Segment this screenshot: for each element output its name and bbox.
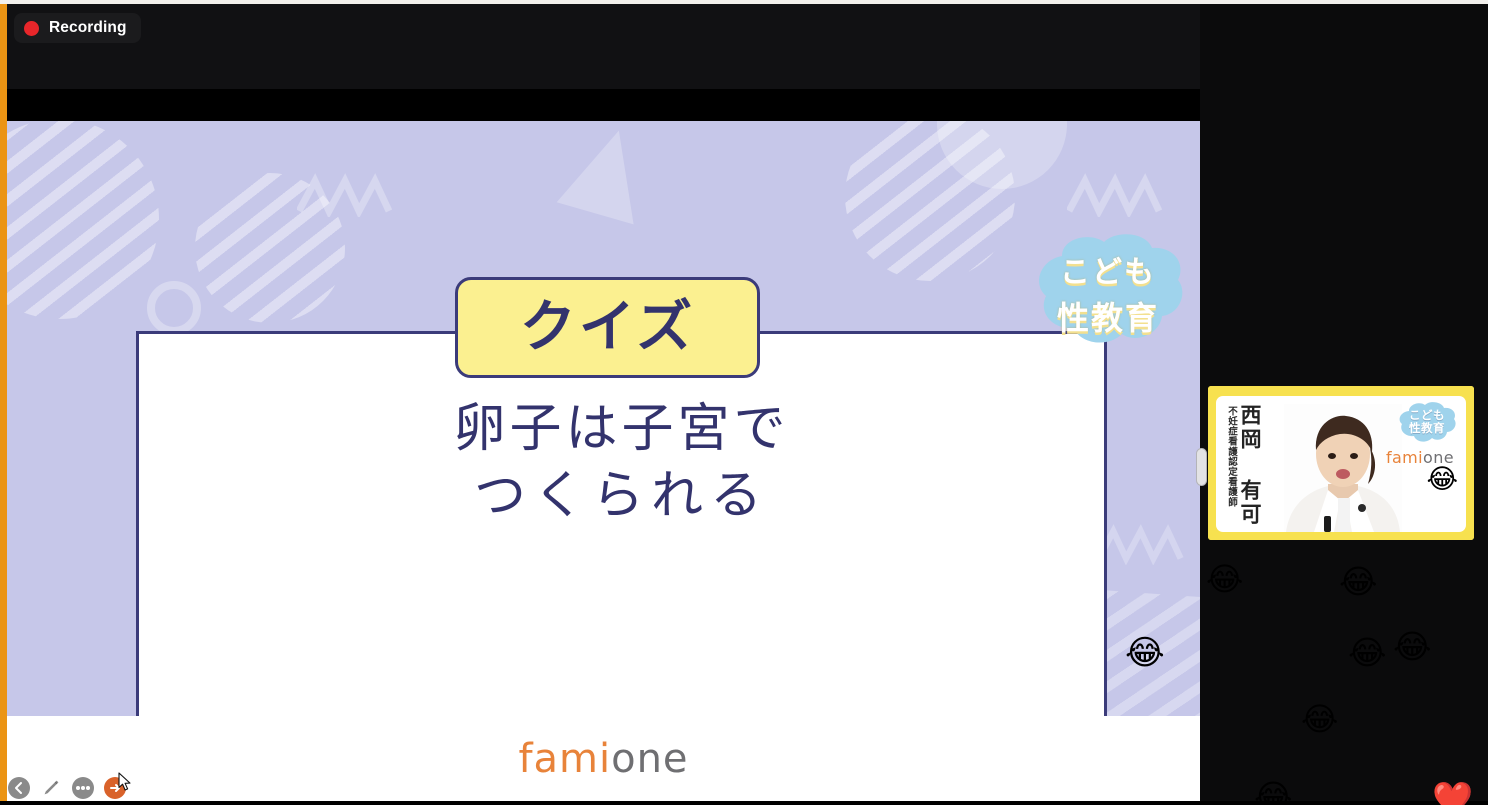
famione-logo-part2: one bbox=[611, 735, 689, 782]
reaction-emoji: 😂 bbox=[1254, 777, 1293, 805]
cloud-logo-text: こども 性教育 bbox=[1028, 230, 1188, 355]
decor-zigzag-b bbox=[1067, 173, 1163, 217]
decor-zigzag-a bbox=[297, 173, 393, 217]
decor-zigzag-c bbox=[1097, 524, 1184, 565]
reaction-emoji: 😂 bbox=[1348, 633, 1387, 672]
quiz-question-line1: 卵子は子宮で bbox=[453, 399, 790, 459]
decor-triangle-top bbox=[556, 121, 658, 225]
recording-dot-icon bbox=[24, 20, 39, 36]
video-tile-inner-card: 西岡 有可 不妊症看護認定看護師 こども 性教育 famione 😂 bbox=[1216, 396, 1466, 532]
presenter-avatar bbox=[1284, 404, 1402, 532]
cloud-logo-line2: 性教育 bbox=[1056, 298, 1159, 337]
decor-ring-left bbox=[147, 281, 201, 335]
tile-cloud-line2: 性教育 bbox=[1409, 421, 1445, 435]
reaction-emoji: 😂 bbox=[1125, 633, 1165, 673]
quiz-question-line2: つくられる bbox=[473, 465, 769, 526]
quiz-question: 卵子は子宮で つくられる bbox=[139, 396, 1104, 529]
recording-label: Recording bbox=[49, 19, 127, 36]
pencil-icon[interactable] bbox=[40, 777, 62, 799]
share-screen-icon[interactable] bbox=[104, 772, 131, 799]
window-left-accent-bar bbox=[0, 4, 7, 805]
more-options-icon[interactable] bbox=[72, 777, 94, 799]
decor-circle-topright bbox=[937, 121, 1067, 189]
cloud-logo-line1: こども bbox=[1060, 254, 1156, 290]
famione-logo-part1: fami bbox=[518, 735, 612, 782]
tile-cloud-text: こども 性教育 bbox=[1396, 401, 1458, 443]
kodomo-seikyoiku-logo: こども 性教育 bbox=[1028, 230, 1188, 355]
tile-reaction-emoji: 😂 bbox=[1426, 464, 1458, 495]
presenter-name-block: 西岡 有可 不妊症看護認定看護師 bbox=[1224, 404, 1263, 527]
decor-striped-circle-right bbox=[845, 121, 1015, 281]
shared-slide[interactable]: 卵子は子宮で つくられる クイズ こども 性教育 famione bbox=[7, 89, 1200, 801]
reaction-emoji: 😂 bbox=[1339, 562, 1378, 601]
panel-resize-handle[interactable] bbox=[1196, 448, 1207, 486]
back-arrow-icon[interactable] bbox=[8, 777, 30, 799]
presenter-title: 不妊症看護認定看護師 bbox=[1226, 406, 1237, 507]
quiz-banner: クイズ bbox=[455, 277, 760, 378]
reaction-emoji: 😂 bbox=[1301, 700, 1339, 738]
reaction-emoji: 😂 bbox=[1206, 560, 1244, 598]
tile-kodomo-logo: こども 性教育 bbox=[1396, 401, 1458, 443]
decor-striped-circle-left bbox=[195, 173, 345, 323]
slide-letterbox-top bbox=[7, 89, 1200, 121]
decor-striped-circle-topleft bbox=[7, 121, 159, 319]
reaction-emoji: 😂 bbox=[1393, 627, 1432, 666]
tile-famione-part1: fami bbox=[1385, 448, 1424, 467]
screen-share-window: Recording 卵子は子宮で つくられる クイズ こども 性教育 famio… bbox=[0, 0, 1488, 805]
famione-logo: famione bbox=[518, 736, 688, 782]
quiz-banner-label: クイズ bbox=[519, 294, 696, 360]
slide-content-card: 卵子は子宮で つくられる bbox=[136, 331, 1107, 774]
reaction-emoji: ❤️ bbox=[1432, 779, 1474, 805]
presenter-video-tile[interactable]: 西岡 有可 不妊症看護認定看護師 こども 性教育 famione 😂 bbox=[1208, 386, 1474, 540]
presentation-toolbar[interactable] bbox=[8, 772, 131, 799]
slide-footer-band: famione bbox=[7, 716, 1200, 801]
recording-indicator: Recording bbox=[14, 13, 141, 43]
presenter-name: 西岡 有可 bbox=[1238, 404, 1263, 527]
